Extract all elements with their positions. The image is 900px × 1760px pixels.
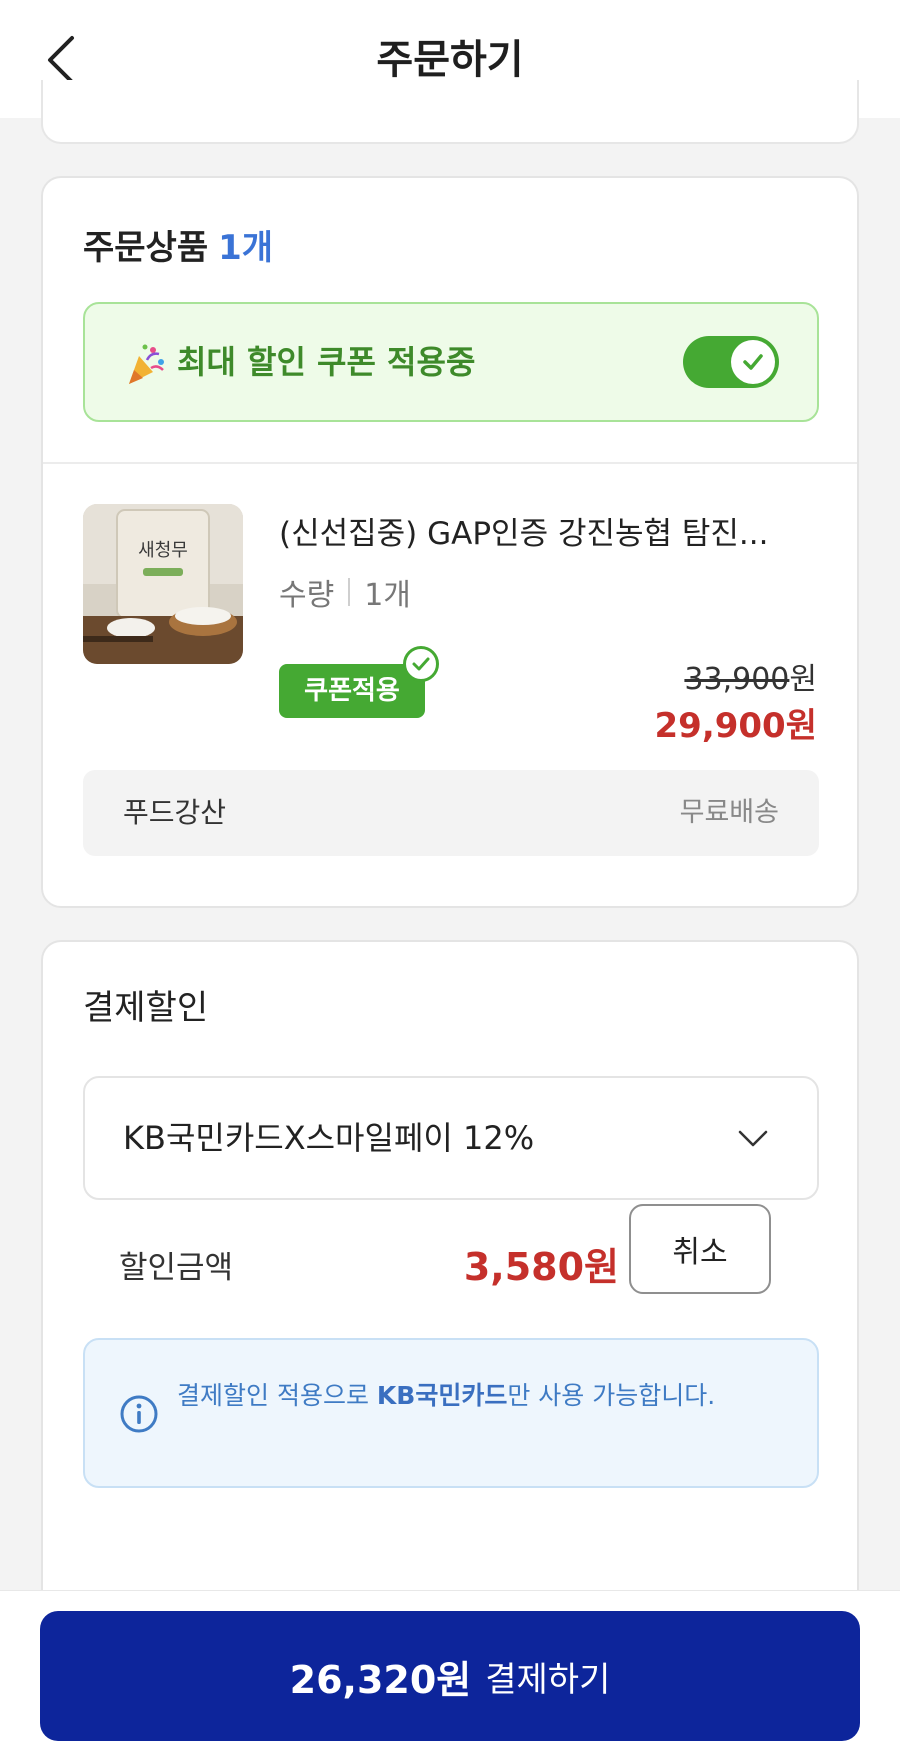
checkout-amount: 26,320원 [289, 1657, 472, 1702]
quantity-value: 1개 [364, 578, 411, 613]
notice-suffix: 만 사용 가능합니다. [507, 1381, 716, 1410]
cancel-discount-button[interactable]: 취소 [629, 1204, 771, 1294]
discount-notice: 결제할인 적용으로 KB국민카드만 사용 가능합니다. [83, 1338, 819, 1488]
order-items-label: 주문상품 [83, 228, 209, 268]
seller-row: 푸드강산 무료배송 [83, 770, 819, 856]
svg-text:새청무: 새청무 [138, 540, 188, 561]
payment-discount-title: 결제할인 [83, 988, 209, 1028]
chevron-down-icon [738, 1130, 768, 1147]
toggle-knob [731, 340, 775, 384]
discount-amount-value: 3,580원 [463, 1245, 619, 1289]
info-circle-icon [120, 1395, 158, 1433]
checkout-button[interactable]: 26,320원 결제하기 [40, 1611, 860, 1741]
coupon-applied-badge: 쿠폰적용 [279, 664, 425, 718]
order-items-card: 주문상품 1개 최대 할인 쿠폰 적용중 새청무 (신선집중) GAP인증 강진… [41, 176, 859, 908]
original-price-number: 33,900 [684, 662, 790, 697]
sale-price: 29,900원 [654, 706, 817, 746]
rice-bag-thumbnail: 새청무 [83, 504, 243, 664]
discount-select-value: KB국민카드X스마일페이 12% [123, 1119, 535, 1157]
product-name[interactable]: (신선집중) GAP인증 강진농협 탐진... [279, 508, 819, 554]
original-price: 33,900원 [684, 654, 817, 698]
original-price-unit: 원 [789, 662, 817, 697]
coupon-banner-text: 최대 할인 쿠폰 적용중 [177, 343, 476, 381]
quantity-row: 수량 1개 [279, 570, 411, 614]
seller-name: 푸드강산 [123, 796, 227, 829]
notice-prefix: 결제할인 적용으로 [177, 1381, 377, 1410]
party-popper-icon [129, 344, 164, 384]
order-items-title: 주문상품 1개 [83, 220, 273, 269]
discount-notice-text: 결제할인 적용으로 KB국민카드만 사용 가능합니다. [177, 1376, 787, 1416]
checkout-label: 결제하기 [485, 1659, 611, 1700]
badge-check-icon [403, 646, 439, 682]
coupon-banner: 최대 할인 쿠폰 적용중 [83, 302, 819, 422]
notice-highlight: KB국민카드 [376, 1381, 508, 1410]
previous-card [41, 80, 859, 144]
coupon-toggle[interactable] [683, 336, 779, 388]
check-icon [743, 354, 763, 370]
divider [43, 462, 857, 464]
discount-amount-label: 할인금액 [119, 1250, 234, 1286]
order-items-count: 1개 [218, 228, 274, 268]
quantity-label: 수량 [279, 578, 335, 613]
discount-select[interactable]: KB국민카드X스마일페이 12% [83, 1076, 819, 1200]
bottom-bar: 26,320원 결제하기 [0, 1590, 900, 1760]
shipping-info: 무료배송 [679, 797, 779, 828]
quantity-separator [348, 578, 351, 606]
product-image[interactable]: 새청무 [83, 504, 243, 664]
